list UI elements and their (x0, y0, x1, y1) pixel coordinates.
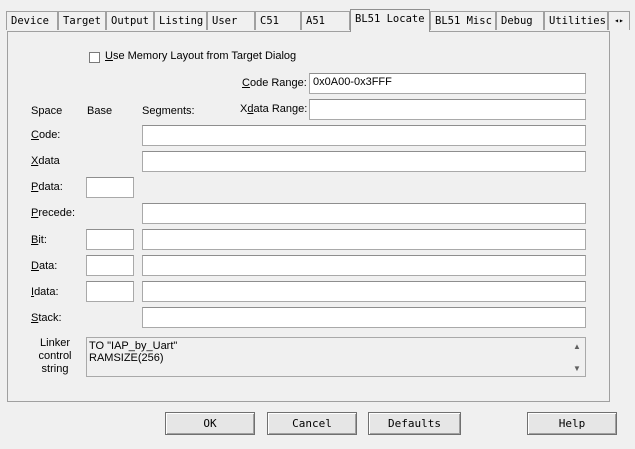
idata-label: Idata: (31, 286, 59, 298)
base-header: Base (87, 105, 113, 117)
linker-control-string: TO "IAP_by_Uart" RAMSIZE(256) ▲ ▼ (86, 337, 586, 377)
tab-bl51-locate[interactable]: BL51 Locate (350, 9, 430, 32)
xdata-range-label: Xdata Range: (240, 103, 308, 115)
tab-target[interactable]: Target (58, 11, 106, 30)
tab-utilities[interactable]: Utilities (544, 11, 608, 30)
tab-device[interactable]: Device (6, 11, 58, 30)
tab-c51[interactable]: C51 (255, 11, 301, 30)
scroll-up-icon[interactable]: ▲ (573, 341, 581, 353)
linker-control-label: Linker control string (38, 337, 72, 375)
defaults-button[interactable]: Defaults (368, 412, 461, 435)
tab-bl51-misc[interactable]: BL51 Misc (430, 11, 496, 30)
data-segments-input[interactable] (142, 255, 586, 276)
tab-scroll-icon[interactable]: ◂▸ (608, 11, 630, 30)
code-range-input[interactable]: 0x0A00-0x3FFF (309, 73, 586, 94)
precede-segments-input[interactable] (142, 203, 586, 224)
use-memory-layout-label[interactable]: Use Memory Layout from Target Dialog (105, 50, 296, 62)
tab-listing[interactable]: Listing (154, 11, 207, 30)
tab-user[interactable]: User (207, 11, 255, 30)
code-segments-input[interactable] (142, 125, 586, 146)
xdata-label: Xdata (31, 155, 60, 167)
use-memory-layout-checkbox[interactable] (89, 52, 100, 63)
help-button[interactable]: Help (527, 412, 617, 435)
xdata-segments-input[interactable] (142, 151, 586, 172)
segments-header: Segments: (142, 105, 195, 117)
cancel-button[interactable]: Cancel (267, 412, 357, 435)
xdata-range-input[interactable] (309, 99, 586, 120)
bit-label: Bit: (31, 234, 47, 246)
tab-strip: Device Target Output Listing User C51 A5… (0, 9, 635, 33)
stack-label: Stack: (31, 312, 62, 324)
data-label: Data: (31, 260, 58, 272)
bit-base-input[interactable] (86, 229, 134, 250)
precede-label: Precede: (31, 207, 76, 219)
tab-output[interactable]: Output (106, 11, 154, 30)
tab-a51[interactable]: A51 (301, 11, 350, 30)
scroll-down-icon[interactable]: ▼ (573, 363, 581, 375)
data-base-input[interactable] (86, 255, 134, 276)
code-range-label: Code Range: (242, 77, 307, 89)
code-label: Code: (31, 129, 61, 141)
space-header: Space (31, 105, 63, 117)
pdata-base-input[interactable] (86, 177, 134, 198)
stack-segments-input[interactable] (142, 307, 586, 328)
linker-scrollbar[interactable]: ▲ ▼ (569, 338, 585, 376)
idata-base-input[interactable] (86, 281, 134, 302)
pdata-label: Pdata: (31, 181, 63, 193)
tab-debug[interactable]: Debug (496, 11, 544, 30)
idata-segments-input[interactable] (142, 281, 586, 302)
ok-button[interactable]: OK (165, 412, 255, 435)
bit-segments-input[interactable] (142, 229, 586, 250)
